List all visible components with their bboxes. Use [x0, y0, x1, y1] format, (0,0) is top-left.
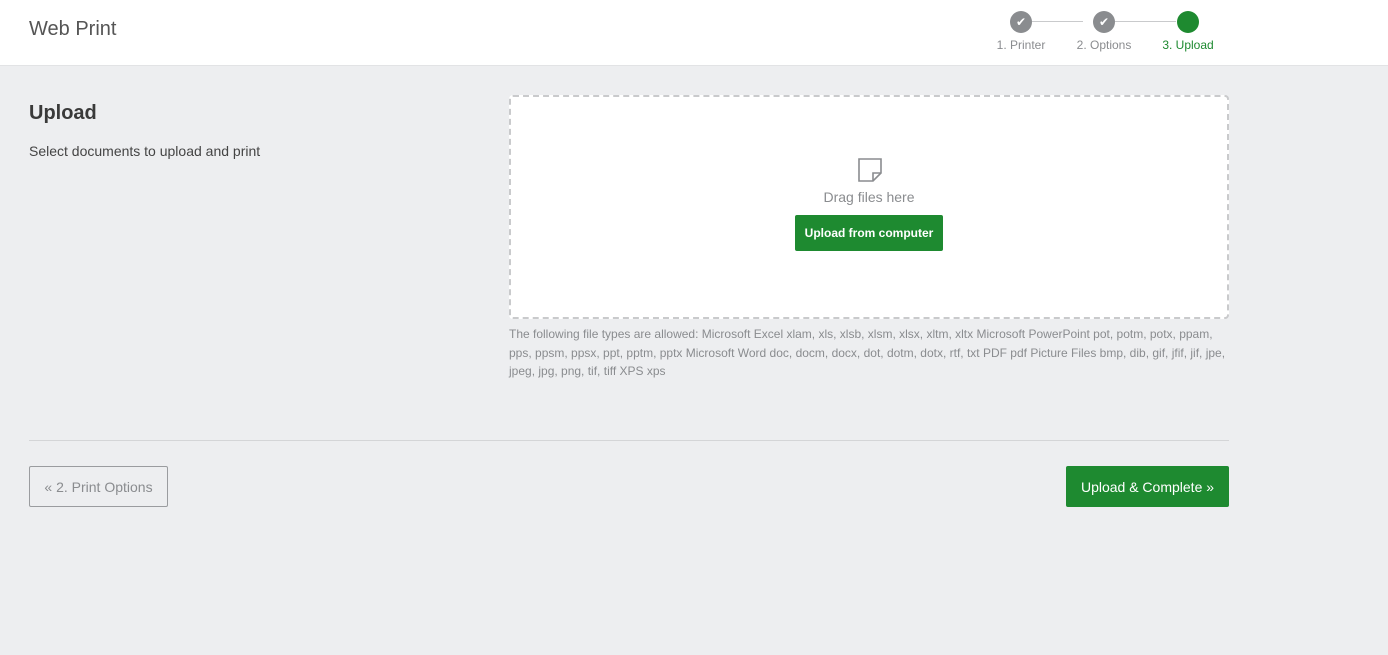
- step-connector: [1032, 21, 1083, 22]
- step-2-label[interactable]: 2. Options: [1077, 38, 1132, 52]
- back-print-options-button[interactable]: « 2. Print Options: [29, 466, 168, 507]
- upload-from-computer-button[interactable]: Upload from computer: [795, 215, 943, 251]
- allowed-file-types: The following file types are allowed: Mi…: [509, 327, 1226, 378]
- page-description: Select documents to upload and print: [29, 143, 261, 159]
- document-icon: [858, 158, 882, 182]
- drag-files-text: Drag files here: [823, 189, 915, 205]
- upload-complete-button[interactable]: Upload & Complete »: [1066, 466, 1229, 507]
- step-2-check-icon[interactable]: ✔: [1093, 11, 1115, 33]
- page-title: Upload: [29, 102, 97, 124]
- step-1-check-icon[interactable]: ✔: [1010, 11, 1032, 33]
- divider: [29, 440, 1229, 441]
- step-1-label[interactable]: 1. Printer: [997, 38, 1046, 52]
- step-connector: [1115, 21, 1176, 22]
- app-header: Web Print ✔ 1. Printer ✔ 2. Options 3. U…: [0, 0, 1388, 66]
- app-title: Web Print: [29, 18, 117, 40]
- step-3-label: 3. Upload: [1162, 38, 1214, 52]
- step-3-current-icon: [1177, 11, 1199, 33]
- file-dropzone[interactable]: Drag files here Upload from computer: [509, 95, 1229, 319]
- progress-stepper: ✔ 1. Printer ✔ 2. Options 3. Upload: [980, 10, 1240, 60]
